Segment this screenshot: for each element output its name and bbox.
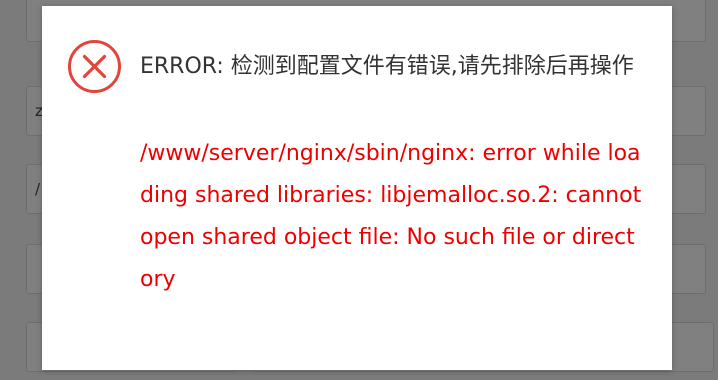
- error-dialog: ERROR: 检测到配置文件有错误,请先排除后再操作 /www/server/n…: [42, 6, 672, 370]
- error-circle-x-icon: [67, 39, 122, 94]
- dialog-content: ERROR: 检测到配置文件有错误,请先排除后再操作 /www/server/n…: [140, 46, 645, 301]
- dialog-title: ERROR: 检测到配置文件有错误,请先排除后再操作: [140, 54, 634, 79]
- error-message: /www/server/nginx/sbin/nginx: error whil…: [140, 141, 642, 292]
